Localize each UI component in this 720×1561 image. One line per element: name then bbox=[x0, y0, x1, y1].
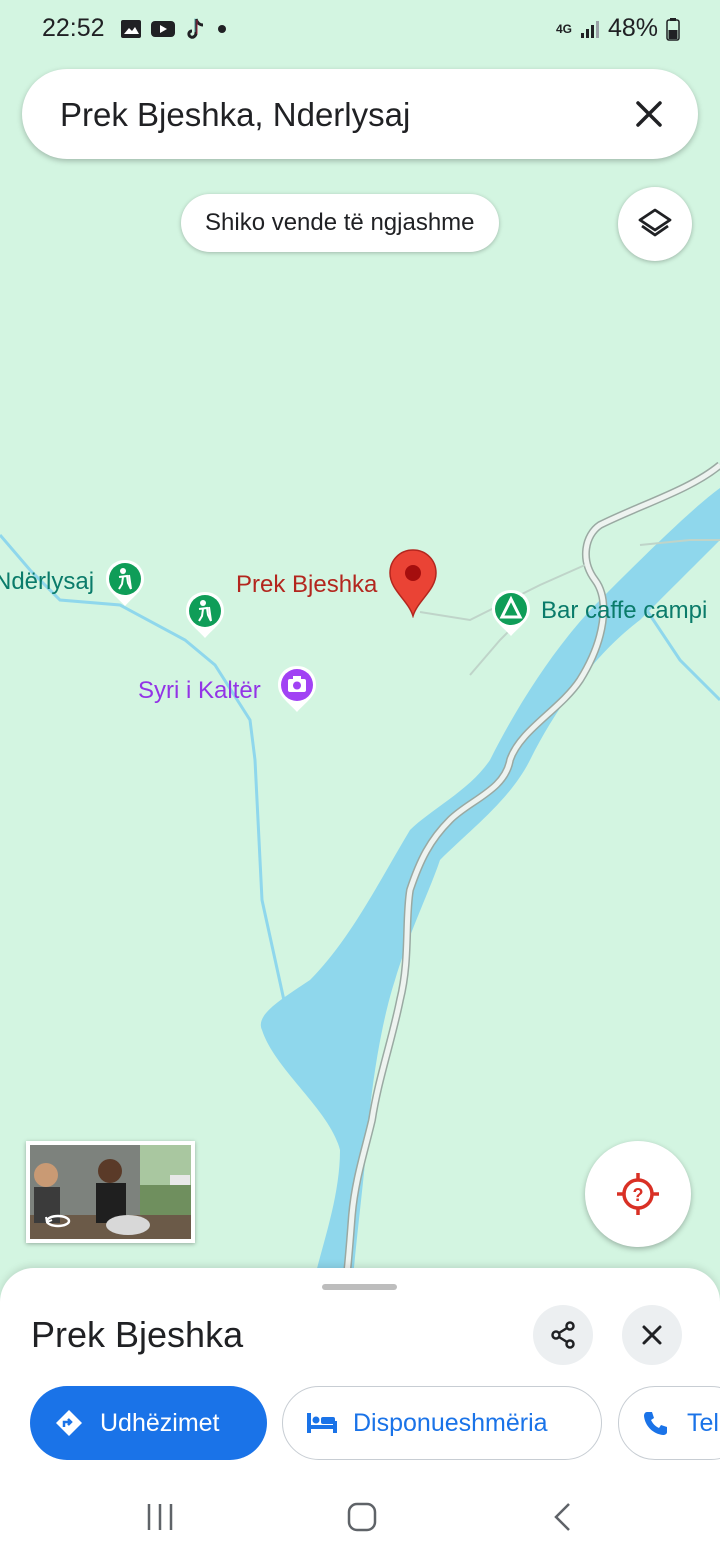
phone-icon bbox=[644, 1412, 667, 1435]
search-query[interactable]: Prek Bjeshka, Nderlysaj bbox=[60, 96, 410, 134]
battery-percent: 48% bbox=[607, 14, 658, 42]
hiking-icon bbox=[186, 592, 224, 638]
red-pin-icon bbox=[389, 549, 437, 619]
place-title: Prek Bjeshka bbox=[31, 1314, 244, 1355]
campground-icon bbox=[492, 590, 530, 636]
signal-icon bbox=[580, 20, 599, 38]
status-right: 4G 48% bbox=[556, 14, 680, 43]
notification-icons bbox=[120, 16, 230, 42]
place-label-syri-i-kalter[interactable]: Syri i Kaltër bbox=[138, 677, 261, 705]
close-sheet-button[interactable] bbox=[622, 1305, 682, 1365]
share-icon bbox=[551, 1321, 575, 1349]
youtube-icon bbox=[151, 21, 175, 37]
close-icon bbox=[642, 1325, 662, 1345]
status-bar: 22:52 4G 48% bbox=[0, 0, 720, 60]
clear-search-button[interactable] bbox=[630, 95, 668, 133]
selected-place-pin[interactable] bbox=[388, 548, 438, 619]
location-unknown-icon: ? bbox=[617, 1173, 659, 1215]
photo-spot-marker[interactable] bbox=[276, 664, 318, 714]
map-layers-button[interactable] bbox=[618, 187, 692, 261]
directions-icon bbox=[56, 1410, 82, 1436]
place-photo bbox=[30, 1145, 191, 1239]
camera-icon bbox=[278, 666, 316, 712]
availability-button[interactable]: Disponueshmëria bbox=[282, 1386, 602, 1460]
system-nav-bar bbox=[0, 1481, 720, 1561]
similar-places-chip[interactable]: Shiko vende të ngjashme bbox=[181, 194, 499, 252]
network-type: 4G bbox=[555, 21, 572, 36]
recent-apps-icon[interactable] bbox=[144, 1501, 176, 1533]
call-button[interactable]: Tel bbox=[618, 1386, 720, 1460]
svg-text:?: ? bbox=[633, 1185, 644, 1205]
campground-marker[interactable] bbox=[490, 588, 532, 638]
availability-label: Disponueshmëria bbox=[353, 1408, 548, 1437]
battery-icon bbox=[666, 17, 680, 41]
search-bar[interactable]: Prek Bjeshka, Nderlysaj bbox=[22, 69, 698, 159]
back-icon[interactable] bbox=[548, 1501, 580, 1533]
close-icon bbox=[636, 101, 662, 127]
share-button[interactable] bbox=[533, 1305, 593, 1365]
my-location-button[interactable]: ? bbox=[585, 1141, 691, 1247]
place-label-nderlysaj[interactable]: Ndërlysaj bbox=[0, 568, 94, 596]
gallery-icon bbox=[121, 20, 141, 38]
directions-label: Udhëzimet bbox=[100, 1408, 220, 1437]
directions-button[interactable]: Udhëzimet bbox=[30, 1386, 267, 1460]
place-label-prek-bjeshka[interactable]: Prek Bjeshka bbox=[236, 571, 377, 599]
hiking-marker-nderlysaj[interactable] bbox=[104, 558, 146, 608]
hiking-marker-2[interactable] bbox=[184, 590, 226, 640]
hiking-icon bbox=[106, 560, 144, 606]
street-view-thumbnail[interactable] bbox=[26, 1141, 195, 1243]
bed-icon bbox=[307, 1413, 337, 1433]
place-label-bar-caffe[interactable]: Bar caffe campi bbox=[541, 597, 707, 625]
dot-icon bbox=[218, 25, 226, 33]
layers-icon bbox=[638, 208, 672, 237]
360-rotate-icon bbox=[45, 1214, 71, 1228]
tiktok-icon bbox=[187, 18, 204, 39]
home-icon[interactable] bbox=[346, 1501, 378, 1533]
sheet-drag-handle[interactable] bbox=[322, 1284, 397, 1290]
status-time: 22:52 bbox=[42, 14, 105, 42]
call-label: Tel bbox=[687, 1408, 719, 1437]
